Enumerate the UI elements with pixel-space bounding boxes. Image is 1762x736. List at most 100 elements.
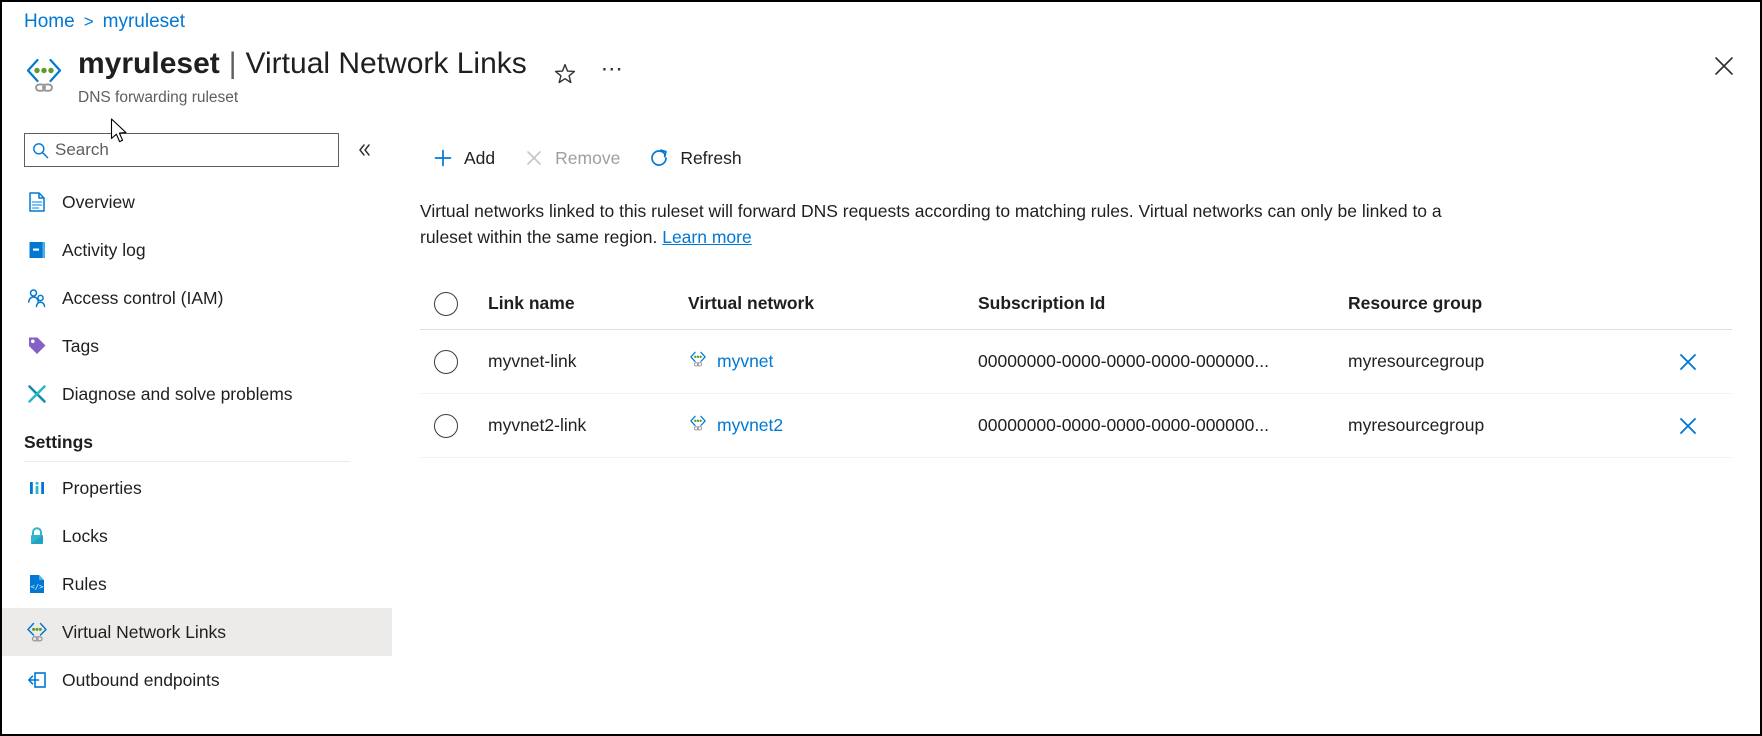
sidebar-item-label: Outbound endpoints [62, 669, 220, 690]
select-all-radio[interactable] [434, 291, 458, 316]
column-header-link-name[interactable]: Link name [488, 293, 688, 314]
sidebar-item-label: Activity log [62, 239, 146, 260]
add-button[interactable]: Add [420, 139, 507, 177]
breadcrumb-item-home[interactable]: Home [24, 11, 75, 33]
remove-button-label: Remove [555, 147, 621, 168]
sidebar-item-diagnose-and-solve-problems[interactable]: Diagnose and solve problems [2, 370, 392, 418]
page-title-resource: myruleset [78, 47, 220, 80]
table-header-row: Link name Virtual network Subscription I… [420, 278, 1732, 330]
delete-row-icon[interactable] [1672, 410, 1704, 442]
sidebar-item-locks[interactable]: Locks [2, 512, 392, 560]
access-control-people-icon [24, 286, 50, 310]
sidebar-item-activity-log[interactable]: Activity log [2, 226, 392, 274]
sidebar-item-tags[interactable]: Tags [2, 322, 392, 370]
refresh-button-label: Refresh [680, 147, 742, 168]
row-select-radio[interactable] [434, 349, 458, 374]
cell-virtual-network-link[interactable]: myvnet [717, 351, 773, 372]
sidebar-item-label: Locks [62, 525, 108, 546]
sidebar-nav-list: Overview Activity log Access control (IA… [2, 178, 392, 704]
sidebar-item-access-control[interactable]: Access control (IAM) [2, 274, 392, 322]
page-title: myruleset | Virtual Network Links [78, 44, 527, 84]
cell-resource-group: myresourcegroup [1348, 415, 1485, 435]
breadcrumb-item-myruleset[interactable]: myruleset [103, 11, 185, 33]
chevron-double-left-icon[interactable] [347, 133, 381, 167]
page-title-section: Virtual Network Links [245, 47, 527, 80]
close-icon[interactable] [1706, 48, 1742, 84]
sidebar-item-label: Diagnose and solve problems [62, 383, 293, 404]
dns-forwarding-ruleset-icon [22, 52, 66, 96]
table-row[interactable]: myvnet2-link myvnet2 00000000-0000-0000-… [420, 394, 1732, 458]
blade-sidebar: Overview Activity log [2, 130, 392, 734]
cell-subscription-id: 00000000-0000-0000-0000-000000... [978, 351, 1269, 371]
activity-log-icon [24, 238, 50, 262]
title-actions: ⋯ [549, 58, 629, 90]
virtual-network-icon [688, 413, 708, 438]
remove-button: Remove [511, 139, 632, 177]
sidebar-item-rules[interactable]: </> Rules [2, 560, 392, 608]
sidebar-item-label: Rules [62, 573, 107, 594]
plus-icon [432, 147, 454, 169]
description-text: Virtual networks linked to this ruleset … [420, 198, 1480, 250]
tag-icon [24, 334, 50, 358]
cell-virtual-network: myvnet2 [688, 413, 978, 438]
star-outline-icon[interactable] [549, 58, 581, 90]
overview-document-icon [24, 190, 50, 214]
cell-resource-group: myresourcegroup [1348, 351, 1485, 371]
sidebar-item-label: Overview [62, 191, 135, 212]
learn-more-link[interactable]: Learn more [662, 227, 752, 247]
ellipsis-icon[interactable]: ⋯ [597, 58, 629, 90]
sidebar-search-row [2, 130, 392, 170]
sidebar-divider [24, 461, 350, 462]
search-icon [25, 142, 55, 159]
cell-actions [1668, 410, 1732, 442]
cell-link-name: myvnet2-link [488, 415, 587, 435]
virtual-network-icon [688, 349, 708, 374]
outbound-endpoint-icon [24, 668, 50, 692]
sidebar-item-label: Tags [62, 335, 99, 356]
cross-icon [523, 147, 545, 169]
virtual-network-links-table: Link name Virtual network Subscription I… [420, 278, 1732, 458]
search-box[interactable] [24, 133, 339, 167]
row-select-radio[interactable] [434, 413, 458, 438]
page-subtitle: DNS forwarding ruleset [78, 89, 239, 106]
blade-title-row: myruleset | Virtual Network Links DNS fo… [22, 44, 629, 118]
refresh-icon [648, 147, 670, 169]
sidebar-item-virtual-network-links[interactable]: Virtual Network Links [2, 608, 392, 656]
page-title-separator: | [228, 47, 237, 80]
sidebar-item-label: Properties [62, 477, 142, 498]
azure-portal-blade: Home > myruleset myruleset | Virtual Net… [0, 0, 1762, 736]
title-texts: myruleset | Virtual Network Links DNS fo… [78, 44, 527, 107]
select-all-cell [420, 291, 488, 316]
svg-text:</>: </> [31, 583, 44, 591]
virtual-network-link-icon [24, 620, 50, 644]
cell-virtual-network-link[interactable]: myvnet2 [717, 415, 783, 436]
description-body: Virtual networks linked to this ruleset … [420, 201, 1442, 247]
blade-content: Add Remove Refresh Virtual networks link… [392, 130, 1760, 734]
column-header-subscription-id[interactable]: Subscription Id [978, 293, 1348, 314]
cell-link-name: myvnet-link [488, 351, 577, 371]
sidebar-item-properties[interactable]: Properties [2, 464, 392, 512]
cell-subscription-id: 00000000-0000-0000-0000-000000... [978, 415, 1269, 435]
row-select-cell [420, 349, 488, 374]
properties-bars-icon [24, 476, 50, 500]
refresh-button[interactable]: Refresh [636, 139, 753, 177]
delete-row-icon[interactable] [1672, 346, 1704, 378]
rules-code-file-icon: </> [24, 572, 50, 596]
sidebar-group-settings: Settings [24, 432, 94, 452]
sidebar-item-label: Access control (IAM) [62, 287, 224, 308]
sidebar-item-overview[interactable]: Overview [2, 178, 392, 226]
add-button-label: Add [464, 147, 496, 168]
sidebar-item-outbound-endpoints[interactable]: Outbound endpoints [2, 656, 392, 704]
command-bar: Add Remove Refresh [392, 130, 1760, 186]
search-input[interactable] [55, 135, 338, 165]
wrench-screwdriver-icon [24, 382, 50, 406]
cell-actions [1668, 346, 1732, 378]
sidebar-item-label: Virtual Network Links [62, 621, 227, 642]
breadcrumb: Home > myruleset [24, 8, 185, 36]
column-header-virtual-network[interactable]: Virtual network [688, 293, 978, 314]
column-header-resource-group[interactable]: Resource group [1348, 293, 1668, 314]
table-row[interactable]: myvnet-link myvnet 00000000-0000-0000-00… [420, 330, 1732, 394]
breadcrumb-separator-icon: > [83, 12, 94, 31]
row-select-cell [420, 413, 488, 438]
cell-virtual-network: myvnet [688, 349, 978, 374]
